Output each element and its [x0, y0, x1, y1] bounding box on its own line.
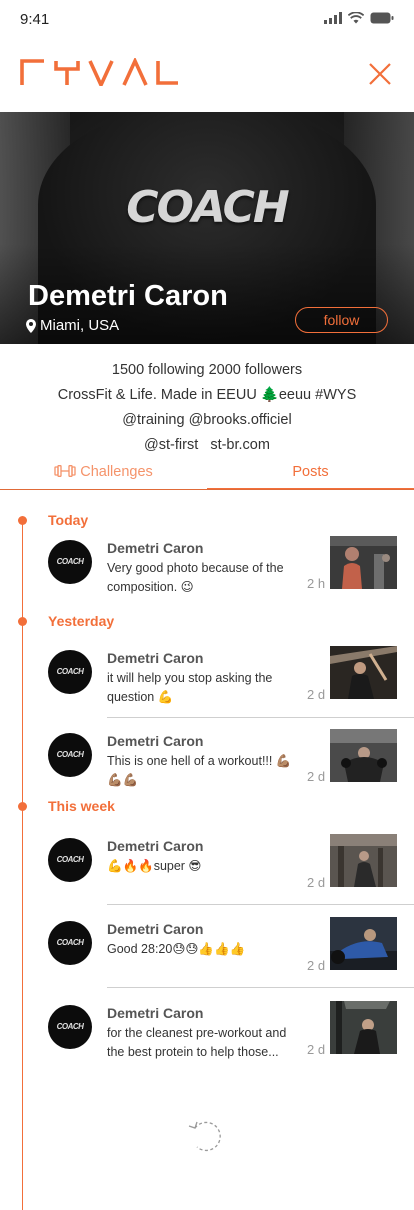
post-author: Demetri Caron: [107, 733, 204, 749]
profile-name: Demetri Caron: [28, 280, 228, 312]
close-button[interactable]: [368, 62, 392, 86]
avatar: COACH: [48, 733, 92, 777]
post-time: 2 d: [307, 875, 326, 890]
tab-challenges-label: Challenges: [80, 464, 153, 480]
profile-mentions[interactable]: @training @brooks.officiel: [0, 408, 414, 433]
cover-shirt-text: COACH: [126, 182, 290, 233]
post-photo: [330, 917, 397, 970]
profile-location: Miami, USA: [26, 317, 119, 334]
post-text: for the cleanest pre-workout and the bes…: [107, 1026, 287, 1059]
post-thumbnail[interactable]: [330, 729, 397, 782]
post-photo: [330, 536, 397, 589]
follow-stats: 1500 following 2000 followers: [111, 362, 303, 378]
post-divider: [107, 987, 414, 988]
status-bar: 9:41: [0, 0, 414, 40]
post-time: 2 d: [307, 958, 326, 973]
signal-icon: [324, 12, 342, 24]
profile-tabs: Challenges Posts: [0, 456, 414, 490]
post-photo: [330, 729, 397, 782]
post-item[interactable]: COACH Demetri Caron for the cleanest pre…: [0, 1001, 414, 1065]
timeline-dot: [18, 516, 27, 525]
profile-bio: CrossFit & Life. Made in EEUU 🌲eeuu #WYS: [57, 387, 357, 403]
post-time: 2 h: [307, 576, 326, 591]
post-author: Demetri Caron: [107, 540, 204, 556]
post-photo: [330, 834, 397, 887]
profile-links[interactable]: @st-first st-br.com: [0, 433, 414, 458]
post-item[interactable]: COACH Demetri Caron This is one hell of …: [0, 729, 414, 793]
tab-posts-label: Posts: [292, 464, 329, 480]
section-label-today: Today: [48, 512, 89, 528]
close-icon: [369, 63, 391, 85]
post-author: Demetri Caron: [107, 1005, 204, 1021]
avatar: COACH: [48, 838, 92, 882]
avatar: COACH: [48, 650, 92, 694]
post-time: 2 d: [307, 1042, 326, 1057]
post-time: 2 d: [307, 769, 326, 784]
post-time: 2 d: [307, 687, 326, 702]
post-thumbnail[interactable]: [330, 917, 397, 970]
ryval-logo: [20, 58, 178, 86]
post-item[interactable]: COACH Demetri Caron 💪🔥🔥super 😎 2 d: [0, 834, 414, 898]
post-author: Demetri Caron: [107, 650, 204, 666]
profile-cover: COACH Demetri Caron Miami, USA follow: [0, 112, 414, 344]
post-item[interactable]: COACH Demetri Caron it will help you sto…: [0, 646, 414, 710]
timeline-dot: [18, 617, 27, 626]
post-thumbnail[interactable]: [330, 536, 397, 589]
section-label-yesterday: Yesterday: [48, 613, 115, 629]
refresh-icon[interactable]: [185, 1116, 229, 1160]
app-header: [0, 40, 414, 112]
post-divider: [107, 717, 414, 718]
profile-info: 1500 following 2000 followers CrossFit &…: [0, 358, 414, 458]
post-author: Demetri Caron: [107, 838, 204, 854]
status-icons: [324, 12, 394, 24]
location-pin-icon: [26, 318, 36, 333]
post-thumbnail[interactable]: [330, 834, 397, 887]
dumbbell-icon: [54, 465, 76, 477]
post-text: 💪🔥🔥super 😎: [107, 859, 202, 873]
tab-posts[interactable]: Posts: [207, 456, 414, 490]
location-text: Miami, USA: [40, 317, 120, 334]
post-divider: [107, 904, 414, 905]
avatar: COACH: [48, 540, 92, 584]
post-author: Demetri Caron: [107, 921, 204, 937]
wifi-icon: [348, 12, 364, 24]
status-time: 9:41: [20, 11, 50, 28]
post-thumbnail[interactable]: [330, 1001, 397, 1054]
timeline-dot: [18, 802, 27, 811]
battery-icon: [370, 12, 394, 24]
post-item[interactable]: COACH Demetri Caron Very good photo beca…: [0, 536, 414, 600]
post-photo: [330, 646, 397, 699]
tabs-divider: [0, 489, 414, 490]
post-photo: [330, 1001, 397, 1054]
post-text: Good 28:20😓😓👍👍👍: [107, 942, 246, 956]
follow-button[interactable]: follow: [295, 307, 388, 333]
post-thumbnail[interactable]: [330, 646, 397, 699]
avatar: COACH: [48, 1005, 92, 1049]
tab-challenges[interactable]: Challenges: [0, 456, 207, 490]
post-text: This is one hell of a workout!!! 💪🏽💪🏽💪🏽: [107, 754, 292, 787]
post-text: it will help you stop asking the questio…: [107, 671, 273, 704]
post-text: Very good photo because of the compositi…: [107, 561, 284, 594]
avatar: COACH: [48, 921, 92, 965]
post-item[interactable]: COACH Demetri Caron Good 28:20😓😓👍👍👍 2 d: [0, 917, 414, 981]
section-label-this-week: This week: [48, 798, 115, 814]
